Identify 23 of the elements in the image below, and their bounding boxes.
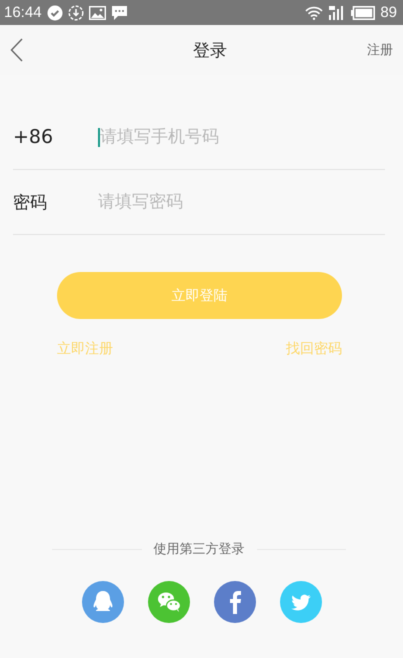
register-link[interactable]: 注册 — [367, 41, 393, 59]
field-label: 密码 — [13, 192, 48, 214]
penguin-icon[interactable] — [82, 581, 124, 623]
download-icon — [68, 4, 84, 20]
facebook-icon[interactable] — [214, 581, 256, 623]
back-button[interactable] — [10, 38, 23, 62]
wifi-icon — [305, 6, 324, 20]
status-time: 16:44 — [4, 4, 42, 21]
third-party-title: 使用第三方登录 — [154, 541, 244, 558]
chat-bubbles-icon[interactable] — [148, 581, 190, 623]
battery-icon — [351, 6, 376, 20]
text-link[interactable]: 找回密码 — [286, 340, 342, 358]
phone-field[interactable]: 请填写手机号码 — [100, 127, 385, 147]
country-code: +86 — [13, 126, 54, 148]
login-button[interactable]: 立即登陆 — [57, 272, 342, 319]
page-title: 登录 — [193, 40, 227, 62]
image-icon — [88, 6, 106, 20]
message-icon — [110, 4, 128, 20]
bird-icon[interactable] — [280, 581, 322, 623]
battery-level: 89 — [380, 4, 397, 21]
password-field[interactable]: 请填写密码 — [98, 192, 385, 212]
check-circle-icon — [46, 4, 63, 20]
text-link[interactable]: 立即注册 — [57, 340, 113, 358]
